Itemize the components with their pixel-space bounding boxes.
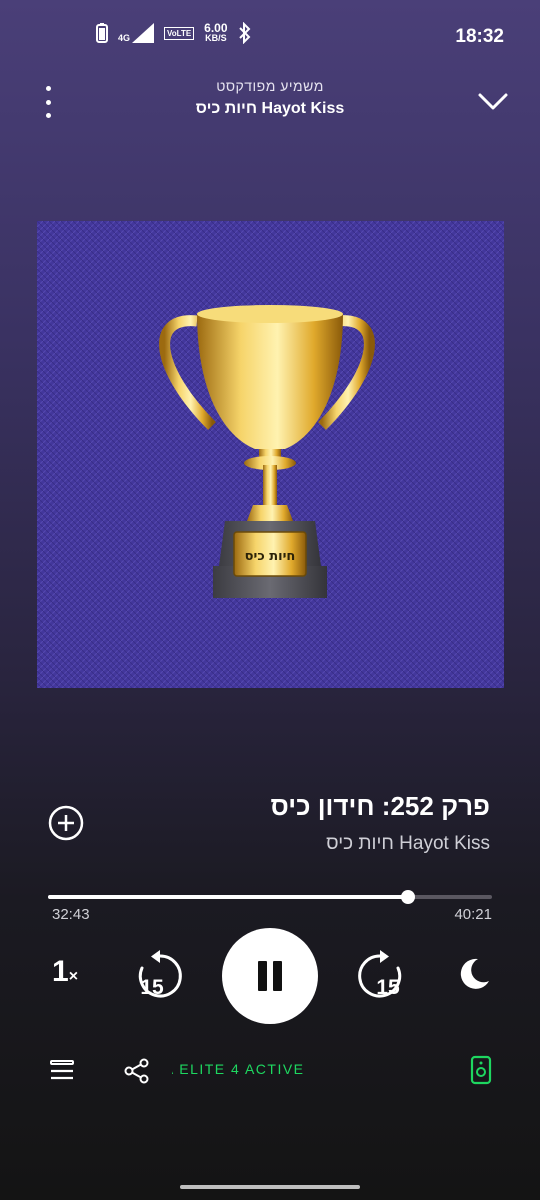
speed-value-label: 1 bbox=[52, 955, 69, 988]
pause-button[interactable] bbox=[222, 928, 318, 1024]
speed-unit: KB/S bbox=[205, 33, 227, 43]
share-icon[interactable] bbox=[124, 1058, 150, 1084]
chevron-down-icon[interactable] bbox=[476, 86, 510, 116]
header-text: משמיע מפודקסט חיות כיס Hayot Kiss bbox=[100, 78, 440, 118]
home-indicator[interactable] bbox=[180, 1185, 360, 1189]
queue-icon[interactable] bbox=[50, 1058, 74, 1084]
plaque-text: חיות כיס bbox=[245, 549, 296, 564]
bluetooth-icon bbox=[238, 22, 250, 44]
skip-forward-seconds: 15 bbox=[376, 976, 400, 999]
header-title: חיות כיס Hayot Kiss bbox=[195, 100, 345, 117]
podcast-name[interactable]: חיות כיס Hayot Kiss bbox=[326, 833, 490, 855]
connected-device-label[interactable]: JABRA ELITE 4 ACTIVE bbox=[172, 1061, 450, 1077]
kebab-menu-icon[interactable] bbox=[36, 86, 60, 118]
status-icons: 4G VoLTE 6.00 KB/S bbox=[96, 22, 252, 44]
battery-icon bbox=[96, 23, 108, 43]
skip-back-seconds: 15 bbox=[140, 976, 164, 999]
skip-forward-15-icon[interactable]: 15 bbox=[352, 948, 408, 1004]
clock: 18:32 bbox=[455, 26, 504, 47]
network-speed: 6.00 KB/S bbox=[204, 21, 228, 43]
speed-value: 6.00 bbox=[204, 21, 228, 35]
speed-suffix: × bbox=[68, 968, 79, 985]
progress-fill bbox=[48, 895, 408, 899]
progress-bar[interactable] bbox=[48, 890, 492, 904]
header-subtitle: משמיע מפודקסט bbox=[216, 78, 324, 94]
status-bar: 4G VoLTE 6.00 KB/S 18:32 bbox=[0, 0, 540, 58]
elapsed-time: 32:43 bbox=[52, 906, 90, 923]
total-time: 40:21 bbox=[454, 906, 492, 923]
device-name: JABRA ELITE 4 ACTIVE bbox=[172, 1061, 305, 1077]
pause-icon bbox=[258, 961, 267, 991]
network-label: 4G bbox=[118, 33, 131, 43]
podcast-artwork: חיות כיס bbox=[37, 221, 504, 688]
pause-icon-bar bbox=[273, 961, 282, 991]
playback-speed-button[interactable]: 1× bbox=[52, 955, 78, 989]
skip-back-15-icon[interactable]: 15 bbox=[132, 948, 188, 1004]
episode-title[interactable]: פרק 252: חידון כיס bbox=[271, 791, 490, 822]
speaker-device-icon[interactable] bbox=[470, 1055, 492, 1085]
sleep-timer-moon-icon[interactable] bbox=[456, 956, 492, 992]
progress-thumb[interactable] bbox=[400, 890, 415, 904]
now-playing-header: משמיע מפודקסט חיות כיס Hayot Kiss bbox=[0, 58, 540, 148]
add-circle-icon[interactable] bbox=[48, 805, 84, 841]
signal-icon bbox=[132, 23, 155, 43]
volte-icon: VoLTE bbox=[164, 26, 195, 40]
